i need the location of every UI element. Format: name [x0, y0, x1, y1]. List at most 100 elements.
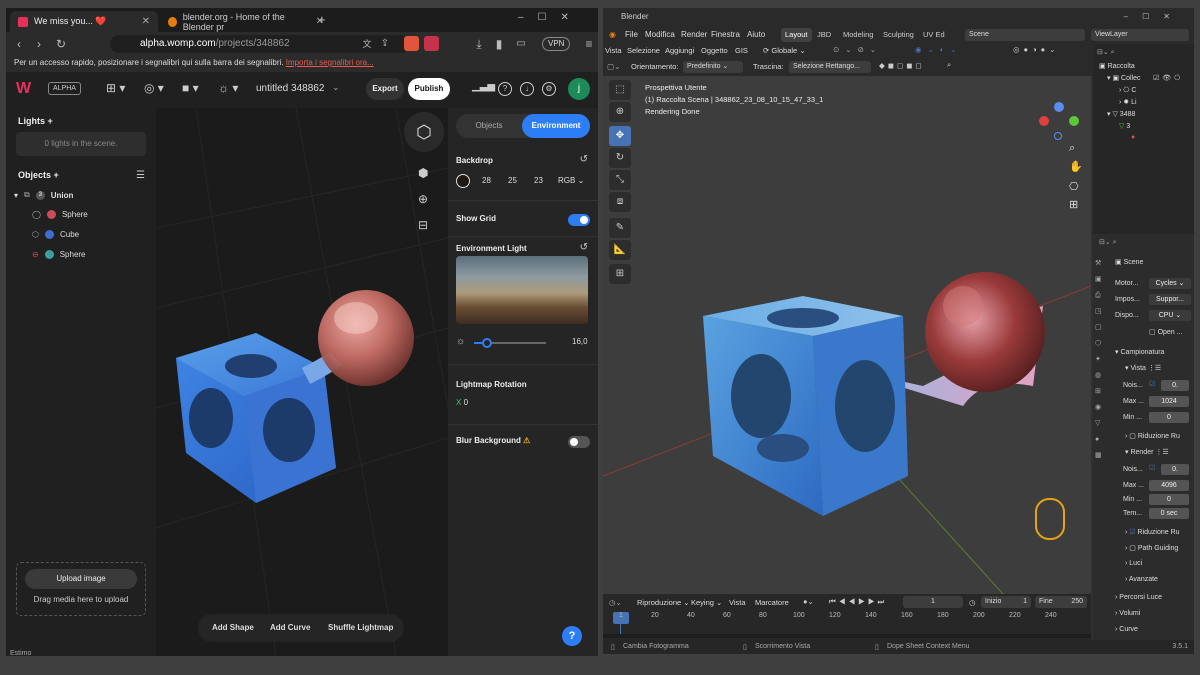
advanced-subpanel[interactable]: › Avanzate — [1125, 576, 1158, 583]
rotate-tool-icon[interactable]: ↻ — [609, 148, 631, 168]
measure-tool-icon[interactable]: 📐 — [609, 240, 631, 260]
avatar[interactable]: j — [568, 78, 590, 100]
publish-button[interactable]: Publish — [408, 78, 450, 100]
z-axis-icon[interactable] — [1054, 102, 1064, 112]
project-title[interactable]: untitled 348862 — [256, 83, 324, 94]
tree-item-union[interactable]: ▾ ⧉ 3 Union — [14, 190, 73, 200]
blender-logo-icon[interactable]: ◉ — [609, 30, 616, 39]
environment-thumbnail[interactable] — [456, 256, 588, 324]
tree-item-sphere[interactable]: ⊖ Sphere — [32, 250, 86, 259]
noise-threshold-field[interactable]: 0. — [1161, 380, 1189, 391]
timeline-editor-icon[interactable]: ◷⌄ — [609, 598, 622, 607]
current-frame-field[interactable]: 1 — [903, 596, 963, 608]
material-swatch[interactable] — [44, 230, 54, 239]
workspace-tab-sculpting[interactable]: Sculpting — [879, 28, 918, 42]
move-tool-icon[interactable]: ✥ — [609, 126, 631, 146]
open-shading-language-checkbox[interactable]: ▢ Open ... — [1149, 328, 1182, 336]
outliner-item-light[interactable]: › ✹ Li — [1119, 98, 1137, 106]
transform-tool-icon[interactable]: ⧈ — [609, 192, 631, 212]
snapping-icons[interactable]: ⊙⌄⊘⌄ — [833, 45, 882, 54]
view-menu[interactable]: Vista — [729, 598, 746, 607]
download-icon[interactable]: ⤓ — [472, 37, 486, 51]
zoom-icon[interactable]: ⌕ — [1069, 142, 1075, 155]
tab-blender[interactable]: blender.org - Home of the Blender pr ✕ — [160, 11, 332, 32]
settings-icon[interactable]: ⚙ — [542, 82, 556, 96]
reset-icon[interactable]: ↺ — [580, 242, 588, 253]
menu-window[interactable]: Finestra — [711, 30, 740, 39]
menu-select[interactable]: Selezione — [627, 46, 660, 55]
viewport-render[interactable] — [156, 108, 448, 656]
viewlayer-selector[interactable]: ViewLayer — [1091, 29, 1189, 41]
menu-edit[interactable]: Modifica — [645, 30, 675, 39]
visibility-icons[interactable]: ☑👁⎔ — [1153, 74, 1183, 82]
blur-background-toggle[interactable] — [568, 436, 590, 448]
wallet-icon[interactable]: ▭ — [514, 37, 528, 51]
noise-threshold-checkbox[interactable]: ☑ — [1149, 464, 1155, 472]
max-samples-field[interactable]: 4096 — [1149, 480, 1189, 491]
y-axis-icon[interactable] — [1069, 116, 1079, 126]
grid-icon[interactable]: ⊞ ▾ — [106, 81, 125, 95]
womp-viewport[interactable]: ⬡ ⬢ ⊕ ⊟ Add Shape Add Curve Shuffle Ligh… — [156, 108, 448, 656]
select-mode-icons[interactable]: ◆◼◻◼◻ — [879, 61, 925, 70]
search-icon[interactable]: ⌕ — [947, 60, 951, 70]
material-icon[interactable]: ● — [1131, 134, 1135, 141]
feature-set-select[interactable]: Suppor... — [1149, 294, 1191, 305]
reload-icon[interactable]: ↻ — [54, 37, 68, 51]
blender-3d-viewport[interactable]: Prospettiva Utente (1) Raccolta Scena | … — [603, 76, 1091, 594]
workspace-tab-modeling[interactable]: Modeling — [839, 28, 877, 42]
add-light-icon[interactable]: + — [48, 116, 53, 126]
tab-objects[interactable]: Objects — [456, 114, 522, 138]
playback-controls[interactable]: ⏮◀◀▶▶⏭ — [829, 597, 887, 607]
tree-item-cube[interactable]: ⬡ Cube — [32, 230, 79, 239]
light-icon[interactable]: ☼ ▾ — [218, 81, 238, 95]
backdrop-b[interactable]: 23 — [534, 176, 543, 185]
properties-tabs[interactable]: ⚒ ▣ ⎙ ◳ ▢ ⬡ ✦ ◍ ⊞ ◉ ▽ ● ▦ — [1095, 256, 1107, 464]
transform-orientation-select[interactable]: ⟳ Globale ⌄ — [763, 46, 806, 55]
help-circle-icon[interactable]: ? — [498, 82, 512, 96]
view-cube-icon[interactable]: ⬡ — [404, 112, 444, 152]
x-axis-icon[interactable] — [1039, 116, 1049, 126]
window-controls[interactable]: –☐✕ — [1124, 8, 1184, 26]
collapse-icon[interactable]: ▾ — [14, 191, 18, 200]
clock-icon[interactable]: ◷ — [969, 598, 976, 607]
menu-view[interactable]: Vista — [605, 46, 622, 55]
close-tab-icon[interactable]: ✕ — [142, 16, 150, 27]
denoise-render-subpanel[interactable]: › ☑ Riduzione Ru — [1125, 528, 1180, 536]
overlay-icons[interactable]: ◉⌄◐⌄ — [915, 45, 963, 54]
menu-render[interactable]: Render — [681, 30, 707, 39]
render-engine-select[interactable]: Cycles ⌄ — [1149, 278, 1191, 289]
drag-select[interactable]: Selezione Rettango... — [789, 61, 871, 73]
outliner-item-mesh[interactable]: ▾ ▽ 3488 — [1107, 110, 1135, 118]
brave-shield-icon[interactable] — [404, 36, 419, 51]
intensity-slider[interactable] — [474, 338, 546, 348]
workspace-tab-layout[interactable]: Layout — [781, 28, 812, 42]
min-samples-field[interactable]: 0 — [1149, 412, 1189, 423]
end-frame-field[interactable]: Fine 250 — [1035, 596, 1087, 608]
viewport-render[interactable] — [603, 76, 1091, 594]
material-swatch[interactable] — [44, 250, 54, 259]
ortho-grid-icon[interactable]: ⊞ — [1069, 198, 1078, 211]
workspace-tab-uv[interactable]: UV Ed — [919, 28, 949, 42]
cursor-tool-icon[interactable]: ⊕ — [609, 102, 631, 122]
add-cube-tool-icon[interactable]: ⊞ — [609, 264, 631, 284]
workspace-tab-jbd[interactable]: JBD — [813, 28, 835, 42]
orientation-select[interactable]: Predefinito ⌄ — [683, 61, 743, 73]
material-icon[interactable]: ■ ▾ — [182, 81, 199, 95]
export-button[interactable]: Export — [366, 78, 404, 100]
max-samples-field[interactable]: 1024 — [1149, 396, 1189, 407]
slider-handle[interactable] — [482, 338, 492, 348]
material-swatch[interactable] — [46, 210, 56, 219]
light-paths-panel[interactable]: › Percorsi Luce — [1115, 594, 1162, 601]
navigate-icon[interactable]: ◎ ▾ — [144, 81, 164, 95]
upload-dropzone[interactable]: Upload image Drag media here to upload — [16, 562, 146, 616]
outliner-item-collection[interactable]: ▾ ▣ Collec — [1107, 74, 1140, 82]
outliner-item-camera[interactable]: › ⎔ C — [1119, 86, 1136, 94]
extension-icon[interactable] — [424, 36, 439, 51]
womp-logo[interactable]: W — [16, 80, 31, 98]
menu-file[interactable]: File — [625, 30, 638, 39]
volumes-panel[interactable]: › Volumi — [1115, 610, 1140, 617]
new-tab-button[interactable]: + — [318, 12, 326, 27]
lights-subpanel[interactable]: › Luci — [1125, 560, 1142, 567]
back-icon[interactable]: ‹ — [12, 37, 26, 51]
curves-panel[interactable]: › Curve — [1115, 626, 1138, 633]
